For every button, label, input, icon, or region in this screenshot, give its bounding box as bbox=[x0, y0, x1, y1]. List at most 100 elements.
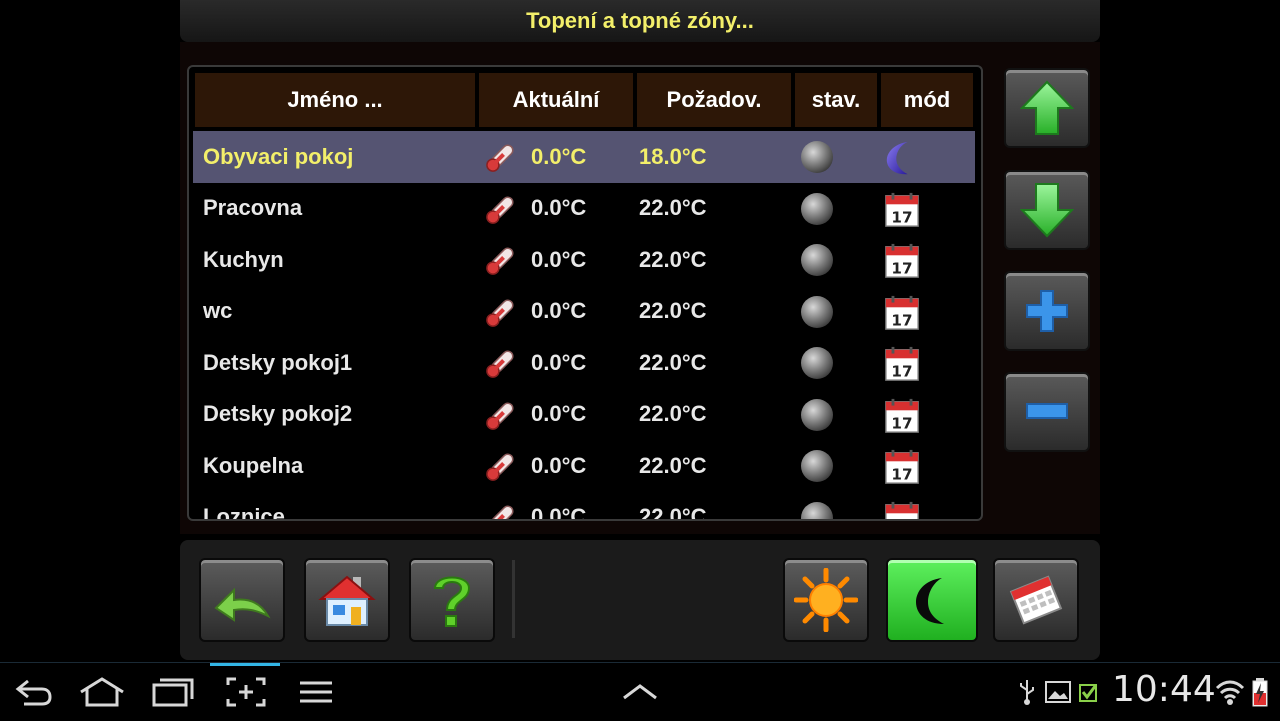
required-temperature: 22.0°C bbox=[639, 195, 707, 221]
calendar-icon[interactable]: 17 bbox=[883, 242, 921, 280]
table-header: Jméno ... Aktuální Požadov. stav. mód bbox=[193, 71, 975, 129]
column-header-state[interactable]: stav. bbox=[793, 71, 879, 129]
calendar-icon[interactable]: 17 bbox=[883, 294, 921, 332]
state-indicator-icon bbox=[801, 295, 833, 328]
thermometer-icon bbox=[483, 193, 517, 227]
actual-temperature: 0.0°C bbox=[531, 298, 587, 324]
gallery-icon bbox=[1044, 663, 1072, 721]
zone-name: Loznice bbox=[203, 504, 285, 521]
calendar-icon[interactable]: 17 bbox=[883, 448, 921, 486]
zone-row[interactable]: Detsky pokoj1 0.0°C 22.0°C 17 bbox=[193, 337, 975, 389]
svg-text:17: 17 bbox=[891, 414, 912, 432]
svg-text:17: 17 bbox=[891, 362, 912, 380]
zone-name: Kuchyn bbox=[203, 246, 284, 272]
svg-text:17: 17 bbox=[891, 465, 912, 483]
checkbox-notification-icon bbox=[1078, 663, 1100, 721]
zone-name: wc bbox=[203, 298, 233, 324]
zone-name: Obyvaci pokoj bbox=[203, 143, 354, 169]
remove-zone-button[interactable] bbox=[1004, 372, 1090, 452]
state-indicator-icon bbox=[801, 141, 833, 173]
column-header-name[interactable]: Jméno ... bbox=[193, 71, 477, 129]
add-zone-button[interactable] bbox=[1004, 271, 1090, 351]
zone-name: Detsky pokoj2 bbox=[203, 401, 353, 427]
thermometer-icon bbox=[483, 141, 517, 175]
zone-name: Detsky pokoj1 bbox=[203, 349, 353, 375]
state-indicator-icon bbox=[801, 450, 833, 482]
column-header-actual[interactable]: Aktuální bbox=[477, 71, 635, 129]
actual-temperature: 0.0°C bbox=[531, 504, 587, 521]
help-question-icon bbox=[433, 576, 471, 627]
calendar-icon[interactable]: 17 bbox=[883, 397, 921, 435]
nav-expand-button[interactable] bbox=[618, 663, 662, 721]
title-bar: Topení a topné zóny... bbox=[180, 0, 1100, 42]
scroll-up-button[interactable] bbox=[1004, 68, 1090, 148]
nav-home-button[interactable] bbox=[76, 663, 128, 721]
home-button[interactable] bbox=[304, 558, 390, 642]
state-indicator-icon bbox=[801, 244, 833, 276]
actual-temperature: 0.0°C bbox=[531, 143, 587, 169]
zone-row[interactable]: Loznice 0.0°C 22.0°C 17 bbox=[193, 492, 975, 521]
zone-name: Pracovna bbox=[203, 195, 303, 221]
home-outline-icon bbox=[80, 677, 124, 707]
thermometer-icon bbox=[483, 399, 517, 433]
column-header-required[interactable]: Požadov. bbox=[635, 71, 793, 129]
zone-row[interactable]: Koupelna 0.0°C 22.0°C 17 bbox=[193, 440, 975, 492]
state-indicator-icon bbox=[801, 192, 833, 225]
screenshot-icon bbox=[226, 677, 266, 707]
zones-table: Jméno ... Aktuální Požadov. stav. mód Ob… bbox=[187, 65, 983, 521]
nav-back-button[interactable] bbox=[12, 663, 56, 721]
schedule-mode-button[interactable] bbox=[993, 558, 1079, 642]
minus-icon bbox=[1026, 403, 1068, 419]
actual-temperature: 0.0°C bbox=[531, 349, 587, 375]
usb-icon bbox=[1016, 663, 1038, 721]
required-temperature: 22.0°C bbox=[639, 401, 707, 427]
arrow-down-icon bbox=[1020, 183, 1074, 238]
calendar-icon[interactable]: 17 bbox=[883, 345, 921, 383]
actual-temperature: 0.0°C bbox=[531, 452, 587, 478]
sun-icon bbox=[794, 568, 858, 632]
calendar-icon bbox=[1009, 575, 1063, 625]
scroll-down-button[interactable] bbox=[1004, 170, 1090, 250]
zone-row[interactable]: Kuchyn 0.0°C 22.0°C 17 bbox=[193, 234, 975, 286]
help-button[interactable] bbox=[409, 558, 495, 642]
back-icon bbox=[15, 679, 52, 706]
zone-name: Koupelna bbox=[203, 452, 304, 478]
zone-row[interactable]: Pracovna 0.0°C 22.0°C 17 bbox=[193, 183, 975, 235]
actual-temperature: 0.0°C bbox=[531, 401, 587, 427]
column-header-mode[interactable]: mód bbox=[879, 71, 975, 129]
svg-text:17: 17 bbox=[891, 311, 912, 329]
night-moon-icon[interactable] bbox=[883, 139, 921, 177]
menu-icon bbox=[300, 681, 332, 703]
required-temperature: 22.0°C bbox=[639, 246, 707, 272]
day-mode-button[interactable] bbox=[783, 558, 869, 642]
battery-charging-icon bbox=[1250, 663, 1270, 721]
window-title: Topení a topné zóny... bbox=[526, 8, 754, 33]
thermometer-icon bbox=[483, 347, 517, 381]
actual-temperature: 0.0°C bbox=[531, 195, 587, 221]
state-indicator-icon bbox=[801, 398, 833, 431]
required-temperature: 22.0°C bbox=[639, 452, 707, 478]
zone-row[interactable]: wc 0.0°C 22.0°C 17 bbox=[193, 286, 975, 338]
toolbar-separator bbox=[512, 560, 515, 638]
nav-screenshot-button[interactable] bbox=[224, 663, 268, 721]
nav-menu-button[interactable] bbox=[296, 663, 336, 721]
plus-icon bbox=[1026, 290, 1068, 332]
recent-apps-icon bbox=[152, 678, 194, 707]
zone-row[interactable]: Detsky pokoj2 0.0°C 22.0°C 17 bbox=[193, 389, 975, 441]
zone-row[interactable]: Obyvaci pokoj 0.0°C 18.0°C bbox=[193, 131, 975, 183]
required-temperature: 22.0°C bbox=[639, 298, 707, 324]
system-navigation-bar: 10:44 bbox=[0, 662, 1280, 721]
calendar-icon[interactable]: 17 bbox=[883, 191, 921, 229]
back-arrow-icon bbox=[214, 587, 271, 622]
night-mode-button[interactable] bbox=[886, 558, 978, 642]
status-clock: 10:44 bbox=[1112, 669, 1216, 710]
thermometer-icon bbox=[483, 450, 517, 484]
nav-recent-apps-button[interactable] bbox=[150, 663, 196, 721]
svg-text:17: 17 bbox=[891, 259, 912, 277]
required-temperature: 22.0°C bbox=[639, 504, 707, 521]
home-icon bbox=[318, 575, 376, 626]
thermometer-icon bbox=[483, 244, 517, 278]
back-button[interactable] bbox=[199, 558, 285, 642]
calendar-icon[interactable]: 17 bbox=[883, 500, 921, 519]
state-indicator-icon bbox=[801, 347, 833, 379]
